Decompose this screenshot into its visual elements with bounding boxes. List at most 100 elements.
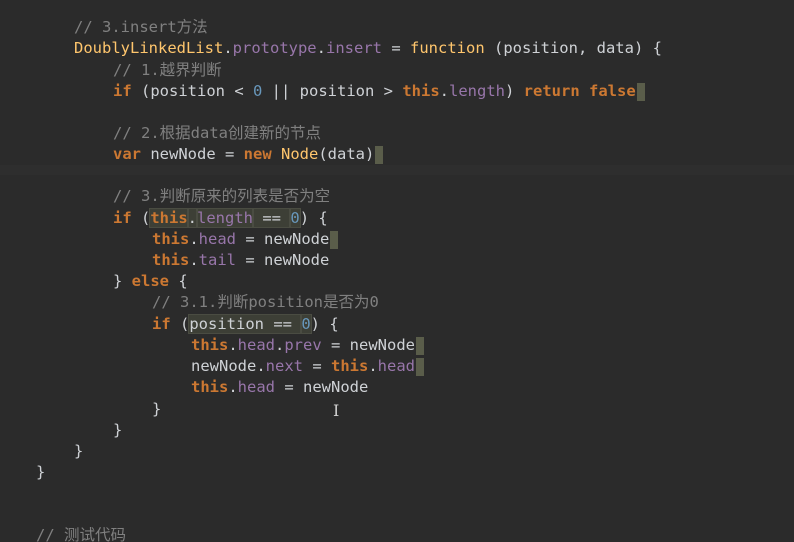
- code-token: .: [228, 336, 238, 354]
- code-token: .: [368, 357, 378, 375]
- code-token: ==: [252, 208, 292, 228]
- code-line[interactable]: // 1.越界判断: [113, 60, 222, 81]
- code-token: // 3.insert方法: [74, 18, 208, 36]
- code-token: (position <: [131, 82, 253, 100]
- code-token: }: [152, 400, 162, 418]
- code-token: prev: [284, 336, 322, 354]
- line-end-marker: [416, 336, 424, 355]
- code-token: head: [377, 357, 415, 375]
- scan-band: [0, 165, 794, 175]
- code-line[interactable]: this.head = newNode: [152, 229, 339, 250]
- code-token: head: [237, 378, 275, 396]
- line-end-marker: [375, 145, 384, 164]
- code-token: next: [265, 357, 303, 375]
- code-token: .: [439, 82, 449, 100]
- code-token: ): [505, 82, 524, 100]
- code-token: .: [228, 378, 238, 396]
- code-token: 0: [253, 82, 263, 100]
- code-token: if: [113, 82, 132, 100]
- line-end-marker: [636, 82, 645, 101]
- code-line[interactable]: } else {: [113, 271, 188, 292]
- code-token: this: [152, 251, 190, 269]
- code-token: length: [196, 208, 255, 228]
- code-token: this: [149, 208, 189, 228]
- code-token: tail: [198, 251, 236, 269]
- code-token: else: [131, 272, 169, 290]
- code-line[interactable]: newNode.next = this.head: [191, 356, 424, 377]
- code-token: insert: [326, 39, 382, 57]
- code-line[interactable]: if (position == 0) {: [152, 314, 339, 335]
- code-token: newNode.: [191, 357, 266, 375]
- code-token: var: [113, 145, 141, 163]
- code-line[interactable]: // 3.1.判断position是否为0: [152, 292, 379, 313]
- code-token: this: [330, 357, 369, 375]
- code-token: = newNode: [236, 230, 330, 248]
- code-token: function: [410, 39, 485, 57]
- code-token: = newNode: [275, 378, 369, 396]
- code-token: =: [302, 357, 331, 375]
- code-token: .: [223, 39, 233, 57]
- code-token: if: [113, 209, 132, 227]
- code-line[interactable]: // 2.根据data创建新的节点: [113, 123, 321, 144]
- code-token: ) {: [310, 315, 339, 333]
- code-token: }: [36, 463, 46, 481]
- code-line[interactable]: if (this.length == 0) {: [113, 208, 328, 229]
- code-token: prototype: [232, 39, 317, 57]
- code-token: .: [189, 230, 199, 248]
- code-line[interactable]: if (position < 0 || position > this.leng…: [113, 81, 645, 102]
- code-token: (data): [318, 145, 375, 163]
- text-cursor-icon: I: [333, 401, 340, 420]
- code-token: this: [402, 82, 440, 100]
- code-token: 0: [289, 208, 301, 228]
- code-token: head: [198, 230, 236, 248]
- code-token: this: [152, 230, 190, 248]
- code-line[interactable]: }: [152, 399, 161, 420]
- code-token: (: [170, 315, 190, 333]
- code-line[interactable]: }: [36, 462, 45, 483]
- code-token: this: [191, 378, 229, 396]
- code-line[interactable]: var newNode = new Node(data): [113, 144, 384, 165]
- code-token: false: [589, 82, 636, 100]
- code-line[interactable]: this.head = newNode: [191, 377, 368, 398]
- code-line[interactable]: this.tail = newNode: [152, 250, 329, 271]
- code-token: || position >: [262, 82, 403, 100]
- code-token: head: [237, 336, 275, 354]
- line-end-marker: [415, 357, 424, 376]
- code-line[interactable]: DoublyLinkedList.prototype.insert = func…: [74, 38, 662, 59]
- code-token: (position, data) {: [484, 39, 662, 57]
- code-token: 0: [300, 314, 312, 334]
- code-token: = newNode: [321, 336, 415, 354]
- code-line[interactable]: }: [74, 441, 83, 462]
- code-token: {: [169, 272, 188, 290]
- code-token: length: [449, 82, 505, 100]
- code-token: // 2.根据data创建新的节点: [113, 124, 321, 142]
- code-token: // 3.判断原来的列表是否为空: [113, 187, 331, 205]
- code-line[interactable]: this.head.prev = newNode: [191, 335, 424, 356]
- code-token: ) {: [299, 209, 328, 227]
- code-token: new: [243, 145, 272, 163]
- code-line[interactable]: // 测试代码: [36, 525, 126, 542]
- code-editor[interactable]: // 3.insert方法 DoublyLinkedList.prototype.…: [0, 0, 794, 542]
- code-line[interactable]: }: [113, 420, 122, 441]
- code-token: }: [113, 421, 123, 439]
- code-token: }: [113, 272, 132, 290]
- code-token: if: [152, 315, 171, 333]
- code-token: Node: [281, 145, 319, 163]
- code-token: // 3.1.判断position是否为0: [152, 293, 379, 311]
- code-token: .: [316, 39, 326, 57]
- code-line[interactable]: // 3.判断原来的列表是否为空: [113, 186, 330, 207]
- code-token: (: [131, 209, 151, 227]
- code-token: return: [523, 82, 580, 100]
- code-token: // 1.越界判断: [113, 61, 222, 79]
- code-token: // 测试代码: [36, 526, 126, 542]
- code-token: DoublyLinkedList: [74, 39, 224, 57]
- code-token: .: [275, 336, 285, 354]
- line-end-marker: [330, 230, 339, 249]
- code-line[interactable]: // 3.insert方法: [74, 17, 208, 38]
- code-token: =: [382, 39, 410, 57]
- code-token: .: [189, 251, 199, 269]
- code-token: }: [74, 442, 84, 460]
- code-token: position ==: [188, 314, 303, 334]
